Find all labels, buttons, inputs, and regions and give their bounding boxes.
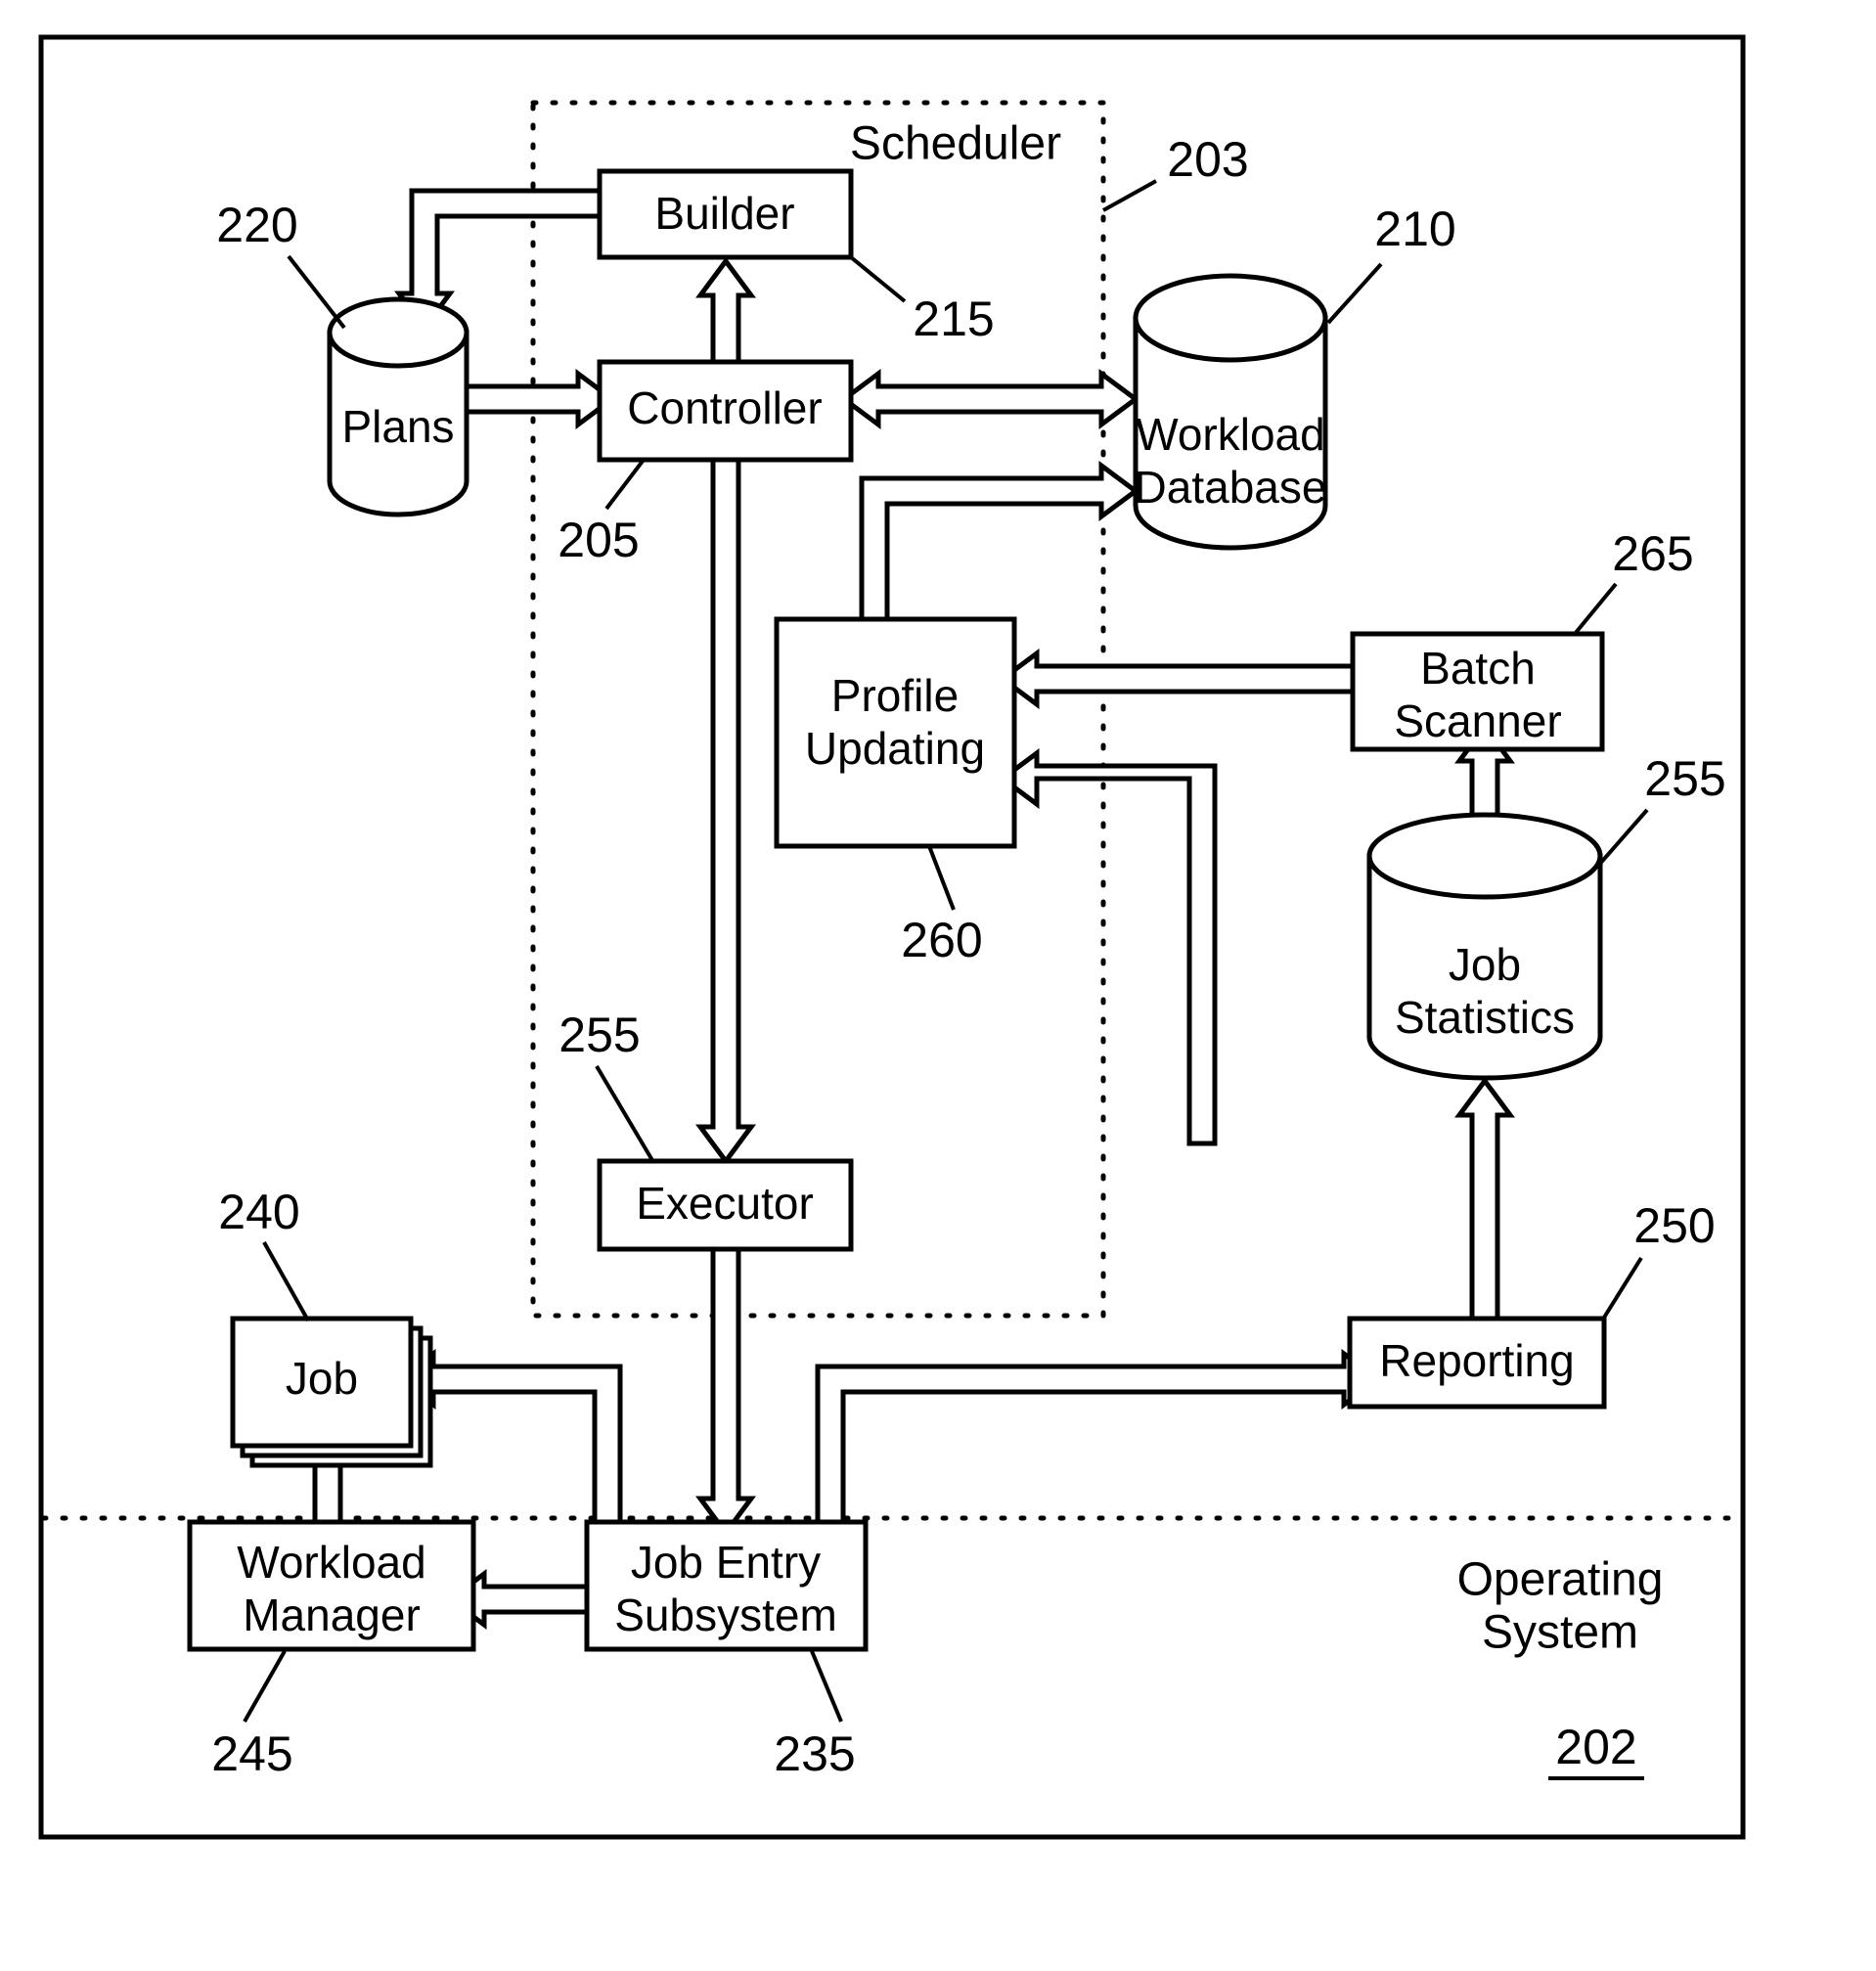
leader-line-250 [1600, 1256, 1643, 1322]
connector-batch-scanner-to-profile-updating [998, 649, 1356, 709]
node-reporting[interactable]: Reporting [1347, 1316, 1607, 1410]
ref-number-205: 205 [558, 513, 639, 567]
ref-number-255-job-statistics: 255 [1644, 751, 1725, 806]
node-job-statistics[interactable]: Job Statistics [1366, 812, 1603, 1081]
leader-line-203 [1102, 179, 1157, 212]
operating-system-label-line2: System [1482, 1607, 1638, 1659]
node-workload-database[interactable]: Workload Database [1133, 273, 1328, 551]
ref-number-260: 260 [901, 913, 982, 967]
connector-plans-to-controller [464, 369, 617, 429]
ref-number-220: 220 [216, 198, 297, 252]
ref-number-265: 265 [1612, 526, 1693, 581]
workload-manager-label-line2: Manager [243, 1590, 421, 1640]
ref-number-235: 235 [774, 1726, 855, 1781]
connector-controller-executor [695, 421, 756, 1166]
ref-number-210: 210 [1374, 202, 1455, 256]
scheduler-region-label: Scheduler [850, 118, 1061, 170]
leader-line-235 [810, 1650, 843, 1723]
ref-number-240: 240 [218, 1185, 299, 1239]
workload-database-label-line1: Workload [1136, 409, 1324, 460]
job-statistics-cylinder-top [1366, 812, 1603, 900]
workload-database-label-line2: Database [1135, 462, 1327, 513]
job-label: Job [286, 1353, 358, 1404]
ref-number-245: 245 [211, 1726, 292, 1781]
plans-cylinder-top [327, 296, 469, 369]
builder-label: Builder [654, 188, 794, 239]
leader-line-265 [1573, 582, 1618, 636]
connector-controller-workload-database [839, 369, 1140, 429]
node-job-entry-subsystem[interactable]: Job Entry Subsystem [584, 1519, 869, 1652]
batch-scanner-label-line2: Scanner [1394, 695, 1561, 746]
leader-line-245 [243, 1650, 287, 1723]
leader-line-210 [1326, 262, 1383, 325]
leader-line-255-job-statistics [1596, 808, 1649, 868]
node-builder[interactable]: Builder [597, 168, 854, 260]
node-profile-updating[interactable]: Profile Updating [774, 616, 1017, 849]
patent-figure: Builder Controller Plans Workload Databa… [0, 0, 1876, 1971]
job-entry-subsystem-label-line2: Subsystem [614, 1590, 837, 1640]
node-plans[interactable]: Plans [327, 296, 469, 517]
job-statistics-label-line2: Statistics [1395, 992, 1575, 1043]
ref-number-203: 203 [1167, 132, 1248, 187]
batch-scanner-label-line1: Batch [1420, 643, 1536, 694]
node-executor[interactable]: Executor [597, 1158, 854, 1252]
leader-line-205 [604, 458, 646, 511]
workload-manager-label-line1: Workload [237, 1537, 425, 1588]
profile-updating-label-line1: Profile [831, 670, 959, 721]
node-job[interactable]: Job [230, 1316, 433, 1468]
job-statistics-label-line1: Job [1449, 939, 1521, 990]
plans-label: Plans [341, 401, 454, 452]
connector-job-entry-subsystem-to-reporting [815, 1349, 1383, 1525]
leader-line-220 [287, 254, 346, 330]
job-entry-subsystem-label-line1: Job Entry [631, 1537, 821, 1588]
connector-profile-updating-to-workload-database [859, 461, 1140, 624]
node-workload-manager[interactable]: Workload Manager [187, 1519, 476, 1652]
diagram-canvas: Builder Controller Plans Workload Databa… [38, 34, 1746, 1840]
node-batch-scanner[interactable]: Batch Scanner [1350, 631, 1605, 752]
controller-label: Controller [627, 382, 822, 433]
connector-controller-to-builder [695, 256, 756, 375]
operating-system-label-line1: Operating [1457, 1554, 1664, 1606]
leader-line-260 [927, 845, 956, 911]
node-controller[interactable]: Controller [597, 359, 854, 463]
leader-line-215 [849, 255, 907, 303]
profile-updating-label-line2: Updating [805, 723, 985, 774]
ref-number-215: 215 [913, 291, 994, 346]
ref-number-202-group: 202 [1548, 1720, 1644, 1780]
ref-number-255-executor: 255 [558, 1008, 640, 1062]
reporting-label: Reporting [1379, 1335, 1574, 1386]
leader-line-240 [262, 1241, 310, 1321]
ref-number-202: 202 [1555, 1720, 1636, 1774]
connector-reporting-to-profile-updating [998, 748, 1218, 1146]
leader-line-255-executor [595, 1064, 655, 1164]
workload-database-cylinder-top [1133, 273, 1328, 363]
connector-reporting-to-job-statistics [1454, 1076, 1515, 1321]
ref-number-250: 250 [1633, 1198, 1715, 1253]
executor-label: Executor [636, 1178, 814, 1229]
